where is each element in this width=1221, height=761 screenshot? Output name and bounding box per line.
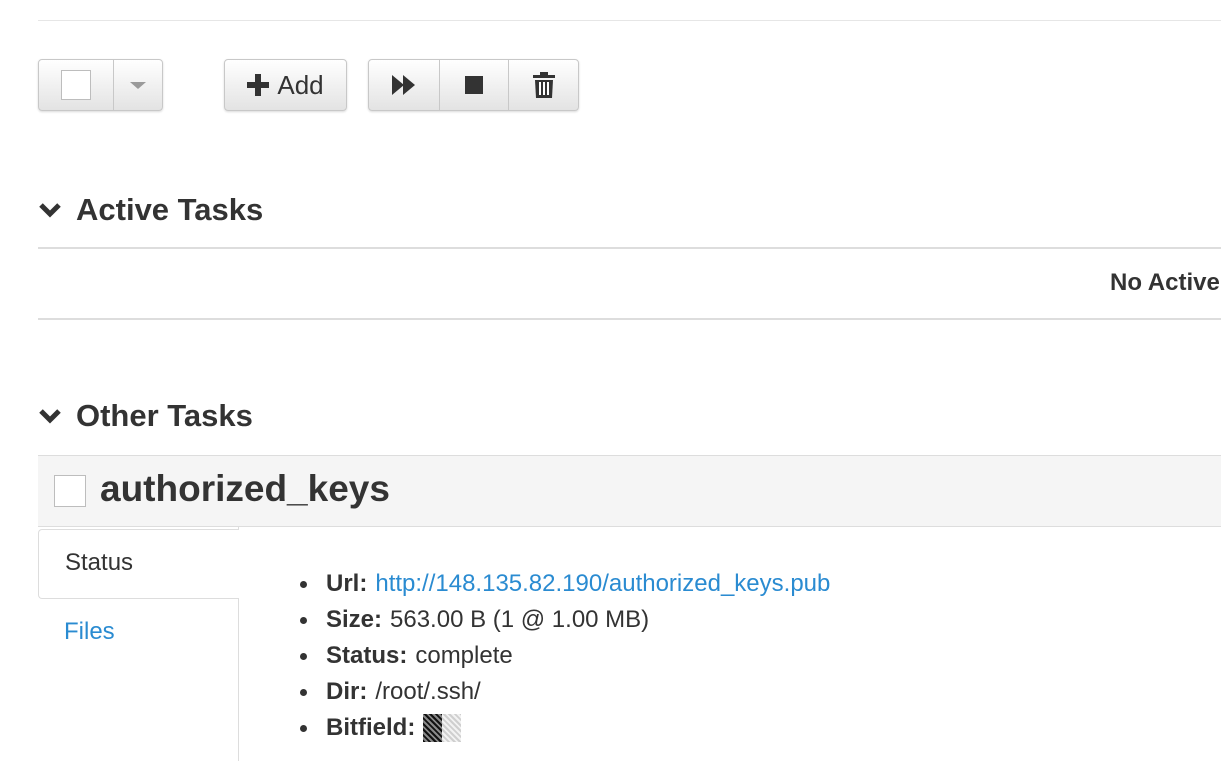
other-tasks-header[interactable]: Other Tasks [38, 398, 253, 434]
list-item: Status: complete [300, 638, 830, 674]
list-item: Url: http://148.135.82.190/authorized_ke… [300, 566, 830, 602]
bitfield-label: Bitfield: [326, 714, 416, 741]
delete-button[interactable] [508, 60, 578, 110]
stop-button[interactable] [438, 60, 509, 110]
divider [38, 318, 1221, 320]
url-label: Url: [326, 570, 368, 597]
chevron-down-icon [39, 203, 61, 218]
size-value: 563.00 B (1 @ 1.00 MB) [390, 606, 650, 633]
list-item: Bitfield: [300, 710, 830, 746]
task-details-list: Url: http://148.135.82.190/authorized_ke… [300, 566, 830, 746]
status-value: complete [415, 642, 513, 669]
tab-files[interactable]: Files [38, 618, 238, 646]
task-select-checkbox[interactable] [54, 475, 86, 507]
list-item: Dir: /root/.ssh/ [300, 674, 830, 710]
task-name: authorized_keys [100, 468, 390, 509]
select-all-dropdown[interactable] [38, 59, 163, 111]
fast-forward-icon [391, 75, 415, 95]
chevron-down-icon [39, 409, 61, 424]
stop-icon [464, 76, 483, 94]
plus-icon [247, 74, 270, 96]
add-button[interactable]: Add [224, 59, 347, 111]
empty-state-text: No Active [1110, 269, 1220, 296]
bitfield-piece-empty [442, 714, 462, 742]
dir-label: Dir: [326, 678, 368, 705]
dir-value: /root/.ssh/ [375, 678, 481, 705]
start-button[interactable] [369, 60, 439, 110]
select-options-toggle[interactable] [113, 60, 162, 110]
bitfield-graphic [423, 714, 462, 742]
caret-down-icon [130, 81, 146, 89]
active-tasks-header[interactable]: Active Tasks [38, 192, 263, 228]
task-tabs: Status Files [38, 527, 239, 761]
checkbox-box [61, 70, 91, 100]
select-all-checkbox[interactable] [39, 60, 113, 110]
list-item: Size: 563.00 B (1 @ 1.00 MB) [300, 602, 830, 638]
divider [38, 247, 1221, 249]
section-title: Active Tasks [76, 192, 264, 227]
url-link[interactable]: http://148.135.82.190/authorized_keys.pu… [375, 566, 830, 602]
section-title: Other Tasks [76, 398, 253, 433]
task-header: authorized_keys [38, 455, 1221, 527]
size-label: Size: [326, 606, 383, 633]
add-button-content: Add [225, 60, 346, 110]
top-divider [38, 20, 1221, 21]
add-button-label: Add [277, 69, 324, 100]
tab-status[interactable]: Status [38, 529, 239, 599]
bitfield-piece-full [423, 714, 443, 742]
task-actions-group [368, 59, 579, 111]
trash-icon [532, 72, 555, 98]
status-label: Status: [326, 642, 408, 669]
